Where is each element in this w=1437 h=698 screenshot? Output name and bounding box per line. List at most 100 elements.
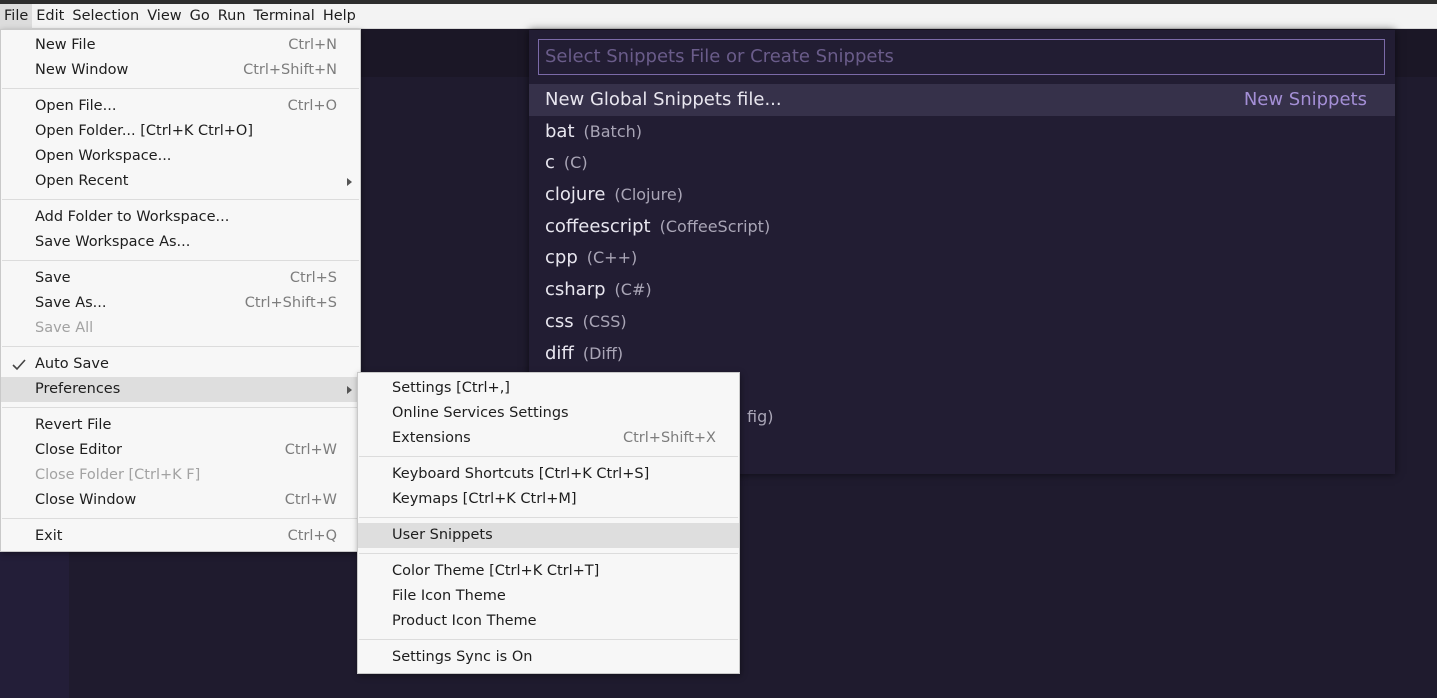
menu-selection[interactable]: Selection (68, 4, 143, 29)
menu-item-extensions[interactable]: Extensions Ctrl+Shift+X (358, 426, 739, 451)
menu-item-shortcut: Ctrl+Q (287, 528, 337, 544)
menu-separator (2, 199, 359, 200)
menu-item-save[interactable]: Save Ctrl+S (1, 266, 360, 291)
menu-item-label: Product Icon Theme (392, 613, 537, 629)
menu-item-settings-sync[interactable]: Settings Sync is On (358, 645, 739, 670)
menu-item-close-editor[interactable]: Close Editor Ctrl+W (1, 438, 360, 463)
lang-name: (C) (563, 153, 588, 173)
menu-item-label: Open File... (35, 98, 117, 114)
menu-item-preferences[interactable]: Preferences (1, 377, 360, 402)
menu-item-label: Save As... (35, 295, 107, 311)
lang-id: css (545, 310, 574, 332)
menu-item-label: Close Folder [Ctrl+K F] (35, 467, 201, 483)
lang-name: (C#) (614, 280, 652, 300)
menu-run[interactable]: Run (214, 4, 250, 29)
menu-view[interactable]: View (143, 4, 185, 29)
menu-item-open-recent[interactable]: Open Recent (1, 169, 360, 194)
menu-item-keyboard-shortcuts[interactable]: Keyboard Shortcuts [Ctrl+K Ctrl+S] (358, 462, 739, 487)
menu-separator (359, 553, 738, 554)
menu-item-shortcut: Ctrl+Shift+N (243, 62, 337, 78)
menu-help[interactable]: Help (319, 4, 360, 29)
menu-item-new-window[interactable]: New Window Ctrl+Shift+N (1, 58, 360, 83)
menu-item-label: Keymaps [Ctrl+K Ctrl+M] (392, 491, 577, 507)
menu-separator (2, 346, 359, 347)
menu-item-user-snippets[interactable]: User Snippets (358, 523, 739, 548)
menu-item-product-icon-theme[interactable]: Product Icon Theme (358, 609, 739, 634)
lang-name: (Diff) (582, 343, 624, 363)
quick-pick-item[interactable]: csharp (C#) (529, 274, 1395, 306)
menu-item-shortcut: Ctrl+W (284, 492, 337, 508)
quick-pick-input[interactable]: Select Snippets File or Create Snippets (538, 39, 1385, 75)
lang-name: (Batch) (583, 121, 642, 141)
menu-separator (359, 456, 738, 457)
quick-pick-item[interactable]: coffeescript (CoffeeScript) (529, 211, 1395, 243)
quick-pick-item[interactable]: diff (Diff) (529, 338, 1395, 370)
menu-item-label: Auto Save (35, 356, 109, 372)
menu-item-label: Revert File (35, 417, 112, 433)
menu-item-open-folder[interactable]: Open Folder... [Ctrl+K Ctrl+O] (1, 119, 360, 144)
menu-item-label: Extensions (392, 430, 471, 446)
menu-item-shortcut: Ctrl+W (284, 442, 337, 458)
menu-item-revert-file[interactable]: Revert File (1, 413, 360, 438)
lang-id: c (545, 152, 555, 174)
submenu-arrow-icon (347, 178, 352, 186)
menu-separator (2, 407, 359, 408)
quick-pick-item[interactable]: clojure (Clojure) (529, 179, 1395, 211)
menu-item-save-workspace-as[interactable]: Save Workspace As... (1, 230, 360, 255)
menu-item-label: New Window (35, 62, 129, 78)
menu-separator (2, 260, 359, 261)
menu-go[interactable]: Go (186, 4, 214, 29)
menu-item-label: Close Editor (35, 442, 123, 458)
menu-separator (2, 518, 359, 519)
menu-item-shortcut: Ctrl+S (289, 270, 337, 286)
menu-item-shortcut: Ctrl+Shift+X (623, 430, 716, 446)
menu-item-add-folder-to-workspace[interactable]: Add Folder to Workspace... (1, 205, 360, 230)
lang-id: coffeescript (545, 215, 651, 237)
lang-name-partial: fig) (747, 406, 774, 426)
menu-item-label: Save All (35, 320, 94, 336)
menu-item-exit[interactable]: Exit Ctrl+Q (1, 524, 360, 549)
menu-item-save-as[interactable]: Save As... Ctrl+Shift+S (1, 291, 360, 316)
menu-item-open-workspace[interactable]: Open Workspace... (1, 144, 360, 169)
preferences-submenu: Settings [Ctrl+,] Online Services Settin… (357, 372, 740, 674)
quick-pick-item[interactable]: css (CSS) (529, 306, 1395, 338)
menu-item-close-window[interactable]: Close Window Ctrl+W (1, 488, 360, 513)
menu-item-auto-save[interactable]: Auto Save (1, 352, 360, 377)
menu-item-label: Exit (35, 528, 63, 544)
quick-pick-item-new-global[interactable]: New Global Snippets file... New Snippets (529, 84, 1395, 116)
menu-separator (2, 88, 359, 89)
menu-edit[interactable]: Edit (32, 4, 68, 29)
lang-name: (Clojure) (614, 185, 683, 205)
menu-terminal[interactable]: Terminal (250, 4, 319, 29)
menu-item-file-icon-theme[interactable]: File Icon Theme (358, 584, 739, 609)
menu-item-shortcut: Ctrl+O (287, 98, 337, 114)
menu-item-label: Keyboard Shortcuts [Ctrl+K Ctrl+S] (392, 466, 650, 482)
menu-item-label: New File (35, 37, 96, 53)
menu-item-label: Save (35, 270, 71, 286)
menu-item-open-file[interactable]: Open File... Ctrl+O (1, 94, 360, 119)
menu-item-online-services-settings[interactable]: Online Services Settings (358, 401, 739, 426)
menu-item-label: Open Recent (35, 173, 129, 189)
menu-item-settings[interactable]: Settings [Ctrl+,] (358, 376, 739, 401)
submenu-arrow-icon (347, 386, 352, 394)
menu-item-label: Settings [Ctrl+,] (392, 380, 510, 396)
quick-pick-item[interactable]: c (C) (529, 147, 1395, 179)
lang-id: bat (545, 120, 575, 142)
lang-name: (CoffeeScript) (659, 216, 771, 236)
menu-separator (359, 517, 738, 518)
lang-name: (C++) (586, 248, 638, 268)
menu-bar: File Edit Selection View Go Run Terminal… (0, 3, 1437, 29)
menu-item-color-theme[interactable]: Color Theme [Ctrl+K Ctrl+T] (358, 559, 739, 584)
menu-item-label: Open Workspace... (35, 148, 172, 164)
menu-item-label: Save Workspace As... (35, 234, 191, 250)
menu-item-save-all: Save All (1, 316, 360, 341)
menu-item-new-file[interactable]: New File Ctrl+N (1, 33, 360, 58)
menu-item-keymaps[interactable]: Keymaps [Ctrl+K Ctrl+M] (358, 487, 739, 512)
lang-name: (CSS) (582, 311, 627, 331)
menu-separator (359, 639, 738, 640)
lang-id: cpp (545, 247, 578, 269)
menu-item-label: Settings Sync is On (392, 649, 533, 665)
quick-pick-item[interactable]: cpp (C++) (529, 242, 1395, 274)
quick-pick-item[interactable]: bat (Batch) (529, 116, 1395, 148)
menu-file[interactable]: File (0, 3, 33, 29)
